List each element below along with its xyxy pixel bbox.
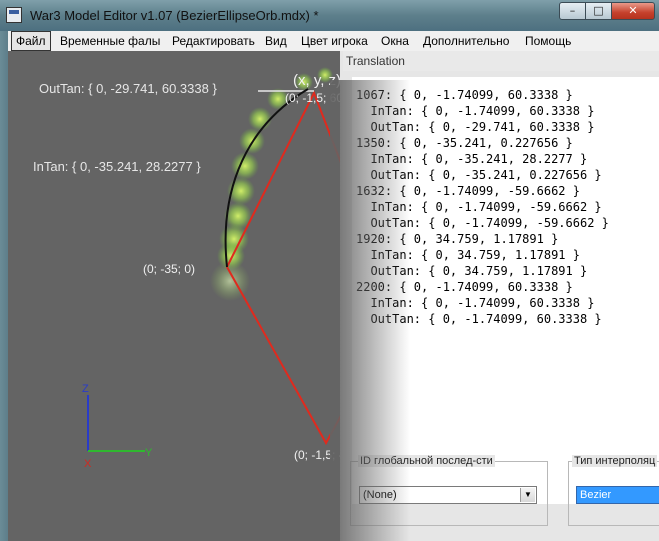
keyframe-line[interactable]: InTan: { 0, -1.74099, 60.3338 } xyxy=(356,103,609,119)
keyframe-line[interactable]: OutTan: { 0, -35.241, 0.227656 } xyxy=(356,167,609,183)
keyframe-line[interactable]: 2200: { 0, -1.74099, 60.3338 } xyxy=(356,279,609,295)
keyframe-line[interactable]: 1632: { 0, -1.74099, -59.6662 } xyxy=(356,183,609,199)
viewport-canvas[interactable]: OutTan: { 0, -29.741, 60.3338 } InTan: {… xyxy=(8,51,352,541)
intan-label: InTan: { 0, -35.241, 28.2277 } xyxy=(33,159,201,174)
keyframe-line[interactable]: InTan: { 0, -1.74099, -59.6662 } xyxy=(356,199,609,215)
keyframe-line[interactable]: 1350: { 0, -35.241, 0.227656 } xyxy=(356,135,609,151)
keyframe-line[interactable]: InTan: { 0, -1.74099, 60.3338 } xyxy=(356,295,609,311)
menu-timelines[interactable]: Временные фалы xyxy=(56,31,164,51)
menu-file[interactable]: Файл xyxy=(11,31,51,51)
interp-value: Bezier xyxy=(580,489,612,501)
menu-help[interactable]: Помощь xyxy=(521,31,575,51)
menu-windows[interactable]: Окна xyxy=(377,31,413,51)
keyframe-line[interactable]: OutTan: { 0, 34.759, 1.17891 } xyxy=(356,263,609,279)
keyframe-line[interactable]: OutTan: { 0, -1.74099, 60.3338 } xyxy=(356,311,609,327)
interp-label: Тип интерполяц xyxy=(572,455,658,467)
keyframe-line[interactable]: OutTan: { 0, -1.74099, -59.6662 } xyxy=(356,215,608,231)
panel-title: Translation xyxy=(343,51,659,71)
menu-view[interactable]: Вид xyxy=(261,31,291,51)
menu-player-color[interactable]: Цвет игрока xyxy=(297,31,372,51)
global-seq-value: (None) xyxy=(363,489,397,501)
chevron-down-icon[interactable]: ▼ xyxy=(520,488,535,502)
title-bar[interactable]: War3 Model Editor v1.07 (BezierEllipseOr… xyxy=(0,0,659,31)
axis-z-label: Z xyxy=(82,383,89,395)
outtan-label: OutTan: { 0, -29.741, 60.3338 } xyxy=(39,81,217,96)
app-icon[interactable] xyxy=(6,7,22,23)
point-top-label: (0; -1,5; 60) xyxy=(285,91,347,105)
xyz-header: (x, y, z) xyxy=(293,72,341,89)
menu-bar: Файл Временные фалы Редактировать Вид Цв… xyxy=(8,31,659,51)
point-mid-label: (0; -35; 0) xyxy=(143,262,195,276)
window-title: War3 Model Editor v1.07 (BezierEllipseOr… xyxy=(30,8,319,23)
menu-edit[interactable]: Редактировать xyxy=(168,31,259,51)
keyframe-line[interactable]: InTan: { 0, -35.241, 28.2277 } xyxy=(356,151,609,167)
axis-gizmo: Z Y X xyxy=(82,383,153,470)
interp-select[interactable]: Bezier xyxy=(576,486,659,504)
close-button[interactable]: ✕ xyxy=(611,2,655,20)
window-border xyxy=(0,31,8,541)
keyframe-line[interactable]: InTan: { 0, 34.759, 1.17891 } xyxy=(356,247,609,263)
keyframe-line[interactable]: OutTan: { 0, -29.741, 60.3338 } xyxy=(356,119,609,135)
axis-y-label: Y xyxy=(145,447,153,459)
menu-extras[interactable]: Дополнительно xyxy=(419,31,513,51)
model-viewport[interactable]: OutTan: { 0, -29.741, 60.3338 } InTan: {… xyxy=(8,51,352,541)
global-seq-select[interactable]: (None) ▼ xyxy=(359,486,537,504)
keyframe-line[interactable]: 1920: { 0, 34.759, 1.17891 } xyxy=(356,231,609,247)
global-seq-label: ID глобальной послед-сти xyxy=(358,455,495,467)
translation-panel: Translation 1067: { 0, -1.74099, 60.3338… xyxy=(340,51,659,541)
keyframe-line[interactable]: 1067: { 0, -1.74099, 60.3338 } xyxy=(356,87,609,103)
maximize-button[interactable]: □ xyxy=(585,2,612,20)
axis-x-label: X xyxy=(84,458,92,470)
minimize-button[interactable]: – xyxy=(559,2,586,20)
keyframe-text[interactable]: 1067: { 0, -1.74099, 60.3338 } InTan: { … xyxy=(356,87,609,327)
